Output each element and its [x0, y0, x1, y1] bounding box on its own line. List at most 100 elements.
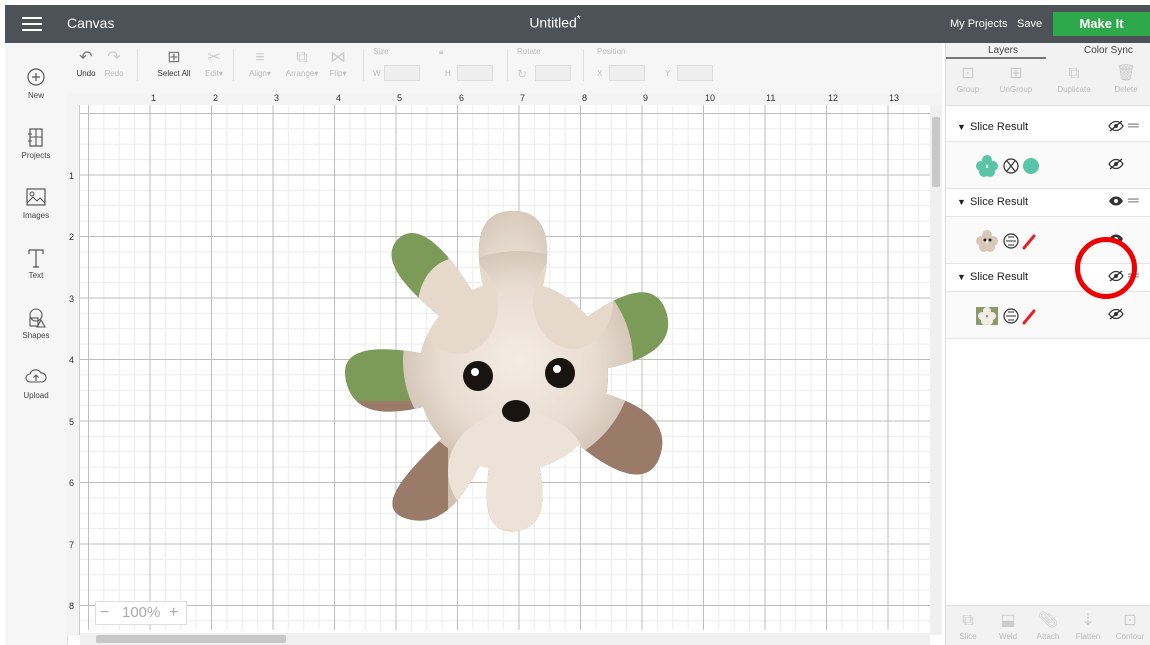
new-button[interactable]: New	[5, 67, 67, 100]
flatten-button[interactable]: ⇣ Flatten	[1068, 610, 1108, 641]
tab-layers[interactable]: Layers	[988, 45, 1018, 56]
ruler-mark: 6	[69, 478, 75, 488]
align-dropdown[interactable]: ≡ Align▾	[243, 47, 277, 78]
upload-cloud-icon	[5, 367, 67, 391]
shapes-icon	[5, 307, 67, 331]
projects-button[interactable]: Projects	[5, 127, 67, 160]
layer-row[interactable]	[946, 292, 1150, 339]
images-label: Images	[22, 211, 50, 220]
unsaved-indicator: *	[576, 14, 581, 25]
hidden-eye-icon[interactable]	[1108, 120, 1124, 135]
flower-image[interactable]	[338, 201, 688, 541]
select-all-icon: ⊞	[167, 49, 181, 66]
left-sidebar: New Projects Images Text Shapes Upload	[5, 43, 68, 645]
rotate-input[interactable]	[535, 65, 571, 81]
collapse-triangle-icon[interactable]: ▼	[957, 122, 966, 132]
lock-icon[interactable]: 🔒︎	[439, 47, 443, 57]
arrange-dropdown[interactable]: ⧉ Arrange▾	[281, 47, 323, 78]
contour-label: Contour	[1115, 632, 1145, 641]
layer-group[interactable]: ▼ Slice Result ═	[946, 113, 1150, 142]
select-all-button[interactable]: ⊞ Select All	[151, 47, 197, 78]
chevron-down-icon: ▾	[266, 69, 271, 78]
scrollbar-thumb[interactable]	[96, 635, 286, 643]
image-icon	[5, 187, 67, 211]
edit-dropdown[interactable]: ✂ Edit▾	[201, 47, 227, 78]
group-button[interactable]: ⊡ Group	[950, 63, 986, 94]
layer-name: Slice Result	[970, 271, 1029, 283]
images-button[interactable]: Images	[5, 187, 67, 220]
undo-label: Undo	[76, 69, 96, 78]
ruler-mark: 10	[705, 93, 716, 103]
ruler-mark: 9	[643, 93, 649, 103]
hidden-eye-icon[interactable]	[1108, 158, 1124, 173]
layer-group[interactable]: ▼ Slice Result ═	[946, 188, 1150, 217]
projects-label: Projects	[21, 151, 51, 160]
eye-icon[interactable]	[1108, 195, 1124, 210]
text-button[interactable]: Text	[5, 247, 67, 280]
ungroup-button[interactable]: ⊞ UnGroup	[992, 63, 1040, 94]
slice-icon: ⧉	[962, 612, 974, 629]
edit-toolbar: ↶ Undo ↷ Redo ⊞ Select All ✂ Edit▾ ≡ Ali…	[67, 43, 942, 94]
undo-icon: ↶	[79, 49, 93, 66]
layer-thumbnail	[976, 230, 1036, 252]
panel-tabs: Layers Color Sync	[946, 43, 1150, 59]
layers-panel: Layers Color Sync ⊡ Group ⊞ UnGroup ⧉ Dupli…	[945, 43, 1150, 645]
arrange-label: Arrange	[285, 69, 315, 78]
width-input[interactable]	[384, 65, 420, 81]
zoom-in-button[interactable]: +	[169, 602, 178, 624]
toolbar-divider	[507, 49, 508, 81]
document-name: Untitled	[529, 14, 577, 31]
chevron-down-icon: ▾	[342, 69, 347, 78]
height-input[interactable]	[457, 65, 493, 81]
redo-button[interactable]: ↷ Redo	[101, 47, 127, 78]
drag-handle-icon[interactable]: ═	[1128, 117, 1139, 134]
collapse-triangle-icon[interactable]: ▼	[957, 272, 966, 282]
tab-color-sync[interactable]: Color Sync	[1084, 45, 1133, 56]
delete-button[interactable]: 🗑︎ Delete	[1106, 63, 1146, 94]
ruler-mark: 5	[69, 417, 75, 427]
ruler-mark: 12	[828, 93, 839, 103]
flip-dropdown[interactable]: ⋈ Flip▾	[325, 47, 351, 78]
zoom-control: − 100% +	[95, 601, 187, 625]
highlight-circle	[1075, 237, 1137, 299]
contour-icon: ⊡	[1123, 612, 1137, 629]
hidden-eye-icon[interactable]	[1108, 308, 1124, 323]
x-position-input[interactable]	[609, 65, 645, 81]
ruler-mark: 7	[520, 93, 526, 103]
undo-button[interactable]: ↶ Undo	[73, 47, 99, 78]
ruler-mark: 11	[766, 93, 776, 103]
toolbar-divider	[583, 49, 584, 81]
horizontal-scrollbar[interactable]	[80, 633, 930, 645]
drag-handle-icon[interactable]: ═	[1128, 192, 1139, 209]
layer-thumbnail	[976, 155, 1039, 177]
vertical-scrollbar[interactable]	[930, 105, 942, 635]
ruler-mark: 1	[69, 171, 75, 181]
chevron-down-icon: ▾	[218, 69, 223, 78]
toolbar-divider	[137, 49, 138, 81]
make-it-button[interactable]: Make It	[1053, 12, 1150, 36]
contour-button[interactable]: ⊡ Contour	[1110, 610, 1150, 641]
layer-name: Slice Result	[970, 196, 1029, 208]
upload-button[interactable]: Upload	[5, 367, 67, 400]
weld-label: Weld	[998, 632, 1018, 641]
zoom-out-button[interactable]: −	[100, 602, 109, 624]
my-projects-link[interactable]: My Projects	[950, 18, 1007, 30]
y-position-input[interactable]	[677, 65, 713, 81]
slice-button[interactable]: ⧉ Slice	[950, 610, 986, 641]
slice-label: Slice	[959, 632, 977, 641]
scrollbar-thumb[interactable]	[932, 117, 940, 187]
duplicate-button[interactable]: ⧉ Duplicate	[1050, 63, 1098, 94]
save-button[interactable]: Save	[1017, 18, 1042, 30]
weld-button[interactable]: ⬓ Weld	[990, 610, 1026, 641]
attach-button[interactable]: 📎︎ Attach	[1030, 610, 1066, 641]
collapse-triangle-icon[interactable]: ▼	[957, 197, 966, 207]
duplicate-label: Duplicate	[1057, 85, 1091, 94]
attach-label: Attach	[1036, 632, 1060, 641]
rotate-icon: ↻	[517, 67, 528, 81]
layer-thumbnail	[976, 307, 1036, 325]
toolbar-divider	[233, 49, 234, 81]
upload-label: Upload	[23, 391, 49, 400]
design-canvas[interactable]	[80, 105, 930, 630]
shapes-button[interactable]: Shapes	[5, 307, 67, 340]
layer-row[interactable]	[946, 142, 1150, 189]
